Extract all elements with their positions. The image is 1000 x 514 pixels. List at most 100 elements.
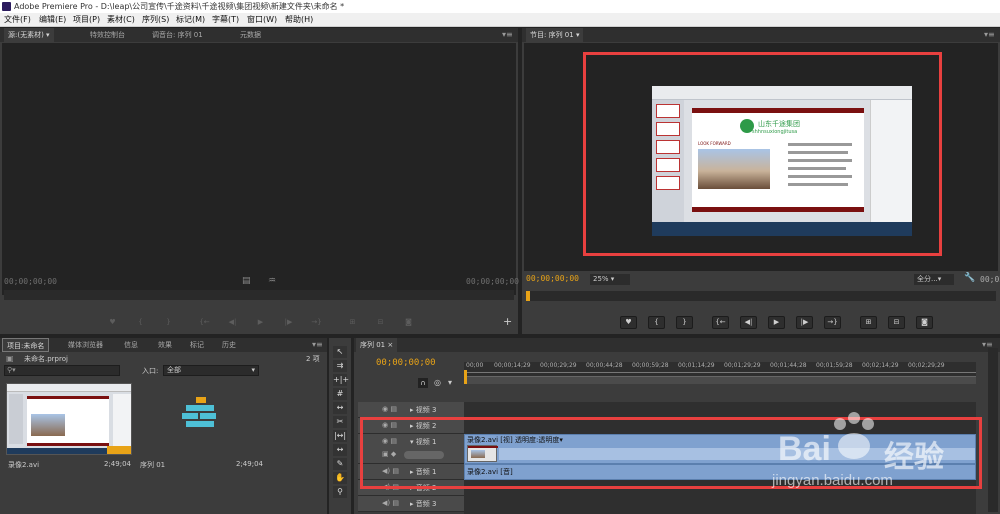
playhead-marker[interactable] [526, 291, 530, 301]
timeline-scrollbar[interactable] [988, 348, 998, 512]
ripple-edit-tool-icon[interactable]: +|+ [333, 374, 349, 386]
step-forward-icon[interactable]: |▶ [796, 316, 813, 329]
tab-info[interactable]: 信息 [120, 338, 142, 352]
add-button-icon[interactable]: + [503, 315, 512, 328]
menu-window[interactable]: 窗口(W) [247, 13, 277, 27]
go-to-out-icon[interactable]: →} [824, 316, 841, 329]
export-frame-icon[interactable]: ◙ [916, 316, 933, 329]
sequence-thumbnail[interactable] [138, 383, 264, 455]
project-filename: 未命名.prproj [24, 355, 68, 363]
insert-icon[interactable]: ⊞ [344, 316, 361, 329]
play-icon[interactable]: ▶ [252, 316, 269, 329]
drag-video-icon[interactable]: ▤ [242, 276, 251, 286]
export-frame-icon[interactable]: ◙ [400, 316, 417, 329]
step-back-icon[interactable]: ◀| [224, 316, 241, 329]
mark-out-icon[interactable]: } [160, 316, 177, 329]
mark-in-icon[interactable]: { [648, 316, 665, 329]
menu-file[interactable]: 文件(F) [4, 13, 31, 27]
razor-tool-icon[interactable]: ✂ [333, 416, 347, 428]
tab-effect-controls[interactable]: 特效控制台 [86, 28, 129, 42]
tab-history[interactable]: 历史 [218, 338, 240, 352]
slide-tool-icon[interactable]: ↔ [333, 444, 347, 456]
tab-program[interactable]: 节目: 序列 01 ▾ [526, 28, 584, 42]
search-input[interactable] [19, 366, 117, 375]
rolling-edit-tool-icon[interactable]: # [333, 388, 347, 400]
menu-clip[interactable]: 素材(C) [107, 13, 135, 27]
app-ribbon [652, 86, 912, 100]
step-back-icon[interactable]: ◀| [740, 316, 757, 329]
project-item-name[interactable]: 录像2.avi [8, 460, 39, 470]
timeline-highlight-box [360, 417, 982, 489]
zoom-select[interactable]: 25% ▾ [590, 274, 630, 285]
go-to-out-icon[interactable]: →} [308, 316, 325, 329]
marker-add-icon[interactable]: ◎ [434, 378, 441, 387]
taskbar [652, 222, 912, 236]
entry-select[interactable]: 全部 ▾ [163, 365, 259, 376]
title-bar: Adobe Premiere Pro - D:\leap\公司宣传\千途资料\千… [0, 0, 1000, 13]
tab-markers[interactable]: 标记 [186, 338, 208, 352]
drag-audio-icon[interactable]: ♒ [268, 276, 276, 286]
panel-menu-icon[interactable]: ▾≡ [312, 340, 323, 349]
selection-tool-icon[interactable]: ↖ [333, 346, 347, 358]
menu-sequence[interactable]: 序列(S) [142, 13, 169, 27]
source-viewer [2, 43, 516, 295]
lift-icon[interactable]: ⊞ [860, 316, 877, 329]
marker-icon[interactable]: ♥ [620, 316, 637, 329]
zoom-tool-icon[interactable]: ⚲ [333, 486, 347, 498]
source-timecode[interactable]: 00;00;00;00 [4, 277, 57, 286]
search-icon: ⚲▾ [7, 366, 16, 374]
play-icon[interactable]: ▶ [768, 316, 785, 329]
time-ruler[interactable]: 00;00 00;00;14;29 00;00;29;29 00;00;44;2… [464, 362, 976, 384]
program-duration: 00;02;49;04 [980, 275, 1000, 284]
track-audio-3[interactable]: ◀) ▤ ▸ 音频 3 [358, 496, 464, 512]
hand-tool-icon[interactable]: ✋ [333, 472, 347, 484]
timeline-timecode[interactable]: 00;00;00;00 [376, 358, 436, 368]
pen-tool-icon[interactable]: ✎ [333, 458, 347, 470]
snap-icon[interactable]: ∩ [418, 378, 428, 388]
step-forward-icon[interactable]: |▶ [280, 316, 297, 329]
search-field[interactable]: ⚲▾ [4, 365, 120, 376]
tab-media-browser[interactable]: 媒体浏览器 [64, 338, 107, 352]
tab-audio-mixer[interactable]: 调音台: 序列 01 [148, 28, 207, 42]
marker-icon[interactable]: ▾ [448, 378, 452, 387]
track-name: ▸ 音频 3 [410, 500, 437, 508]
marker-icon[interactable]: ♥ [104, 316, 121, 329]
sequence-icon [196, 397, 206, 403]
menu-project[interactable]: 项目(P) [73, 13, 100, 27]
program-scrubber[interactable] [526, 291, 996, 301]
go-to-in-icon[interactable]: {← [196, 316, 213, 329]
sequence-item-duration: 2;49;04 [236, 460, 263, 468]
tab-effects[interactable]: 效果 [154, 338, 176, 352]
project-item-thumbnail[interactable] [6, 383, 132, 455]
mark-in-icon[interactable]: { [132, 316, 149, 329]
slip-tool-icon[interactable]: |↔| [333, 430, 347, 442]
panel-menu-icon[interactable]: ▾≡ [984, 30, 995, 39]
thumbnail-controls[interactable] [107, 446, 131, 454]
go-to-in-icon[interactable]: {← [712, 316, 729, 329]
eye-icon[interactable]: ◉ ▤ [382, 405, 397, 413]
menu-edit[interactable]: 编辑(E) [39, 13, 66, 27]
menu-marker[interactable]: 标记(M) [176, 13, 205, 27]
timeline-playhead[interactable] [464, 370, 467, 384]
panel-menu-icon[interactable]: ▾≡ [502, 30, 513, 39]
tab-project[interactable]: 项目:未命名 [2, 338, 50, 352]
wrench-icon[interactable]: 🔧 [964, 273, 975, 283]
source-scrubber[interactable] [4, 290, 514, 300]
track-video-3[interactable]: ◉ ▤ ▸ 视频 3 [358, 402, 464, 418]
extract-icon[interactable]: ⊟ [888, 316, 905, 329]
window-title: Adobe Premiere Pro - D:\leap\公司宣传\千途资料\千… [14, 2, 345, 11]
menu-title[interactable]: 字幕(T) [212, 13, 239, 27]
tab-sequence[interactable]: 序列 01 × [356, 338, 398, 352]
overwrite-icon[interactable]: ⊟ [372, 316, 389, 329]
tab-source[interactable]: 源:(无素材) ▾ [4, 28, 54, 42]
rate-stretch-tool-icon[interactable]: ↔ [333, 402, 347, 414]
track-select-tool-icon[interactable]: ⇉ [333, 360, 347, 372]
work-area-bar[interactable] [464, 376, 976, 384]
tab-metadata[interactable]: 元数据 [236, 28, 265, 42]
sequence-item-name[interactable]: 序列 01 [140, 460, 165, 470]
menu-help[interactable]: 帮助(H) [285, 13, 313, 27]
mark-out-icon[interactable]: } [676, 316, 693, 329]
speaker-icon[interactable]: ◀) ▤ [382, 499, 399, 507]
resolution-select[interactable]: 全分...▾ [914, 274, 954, 285]
program-timecode[interactable]: 00;00;00;00 [526, 274, 579, 283]
